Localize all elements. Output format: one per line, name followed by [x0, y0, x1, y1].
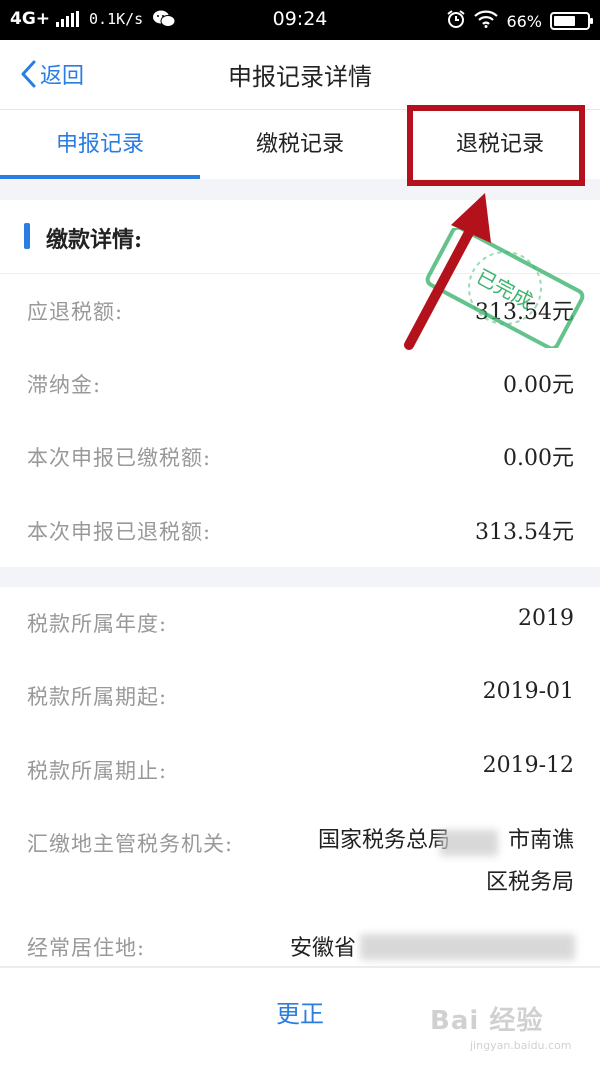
tab-refund-records[interactable]: 退税记录 [400, 111, 600, 179]
divider-gap [0, 179, 600, 200]
row-value: 2019-12 [482, 753, 574, 778]
watermark-main: Bai 经验 [430, 1006, 544, 1036]
row-value: 2019 [518, 606, 574, 631]
row-label: 税款所属期止: [27, 759, 168, 783]
row-label: 本次申报已退税额: [27, 520, 212, 544]
row-label: 经常居住地: [27, 936, 146, 960]
detail-row-period-end: 税款所属期止: 2019-12 [0, 733, 600, 807]
section-header: 缴款详情: [0, 200, 600, 274]
row-label: 税款所属期起: [27, 685, 168, 709]
status-bar: 4G+ 0.1K/s 09:24 66% [0, 0, 600, 40]
battery-percent: 66% [506, 11, 542, 31]
page-title: 申报记录详情 [228, 63, 372, 91]
row-label: 汇缴地主管税务机关: [27, 832, 234, 856]
redacted-text [440, 830, 498, 856]
row-label: 应退税额: [27, 300, 124, 324]
row-value-line-2: 区税务局 [485, 870, 574, 895]
tab-payment-records[interactable]: 缴税记录 [200, 111, 400, 179]
wifi-icon [474, 10, 499, 32]
divider-gap [0, 567, 600, 587]
row-value: 安徽省 [290, 936, 357, 961]
row-value: 2019-01 [482, 679, 574, 704]
status-right: 66% [446, 9, 593, 33]
row-value: 0.00元 [503, 446, 574, 471]
detail-row-period-start: 税款所属期起: 2019-01 [0, 659, 600, 733]
tab-bar: 申报记录 缴税记录 退税记录 [0, 111, 600, 179]
row-value: 0.00元 [503, 373, 574, 398]
watermark-sub: jingyan.baidu.com [470, 1039, 572, 1052]
redacted-text [360, 934, 575, 960]
detail-row-late-fee: 滞纳金: 0.00元 [0, 347, 600, 421]
detail-row-refund-due: 应退税额: 313.54元 [0, 274, 600, 348]
row-label: 本次申报已缴税额: [27, 446, 212, 470]
tab-declaration-records[interactable]: 申报记录 [0, 111, 200, 179]
row-value: 313.54元 [475, 300, 574, 325]
section-title: 缴款详情: [46, 227, 143, 253]
row-label: 滞纳金: [27, 373, 102, 397]
battery-icon [550, 12, 593, 30]
alarm-icon [446, 9, 466, 33]
detail-row-tax-authority: 汇缴地主管税务机关: 国家税务总局 市南谯 区税务局 [0, 806, 600, 906]
detail-row-tax-year: 税款所属年度: 2019 [0, 586, 600, 660]
row-label: 税款所属年度: [27, 612, 168, 636]
row-value: 313.54元 [475, 520, 574, 545]
detail-row-refunded-tax: 本次申报已退税额: 313.54元 [0, 494, 600, 568]
nav-bar: 返回 申报记录详情 [0, 40, 600, 110]
detail-row-paid-tax: 本次申报已缴税额: 0.00元 [0, 420, 600, 494]
row-value-line-1: 国家税务总局 市南谯 [317, 828, 574, 853]
watermark-logo: Bai 经验 jingyan.baidu.com [430, 1000, 572, 1060]
row-value: 国家税务总局 市南谯 区税务局 [274, 820, 574, 904]
section-accent-bar [24, 223, 30, 249]
